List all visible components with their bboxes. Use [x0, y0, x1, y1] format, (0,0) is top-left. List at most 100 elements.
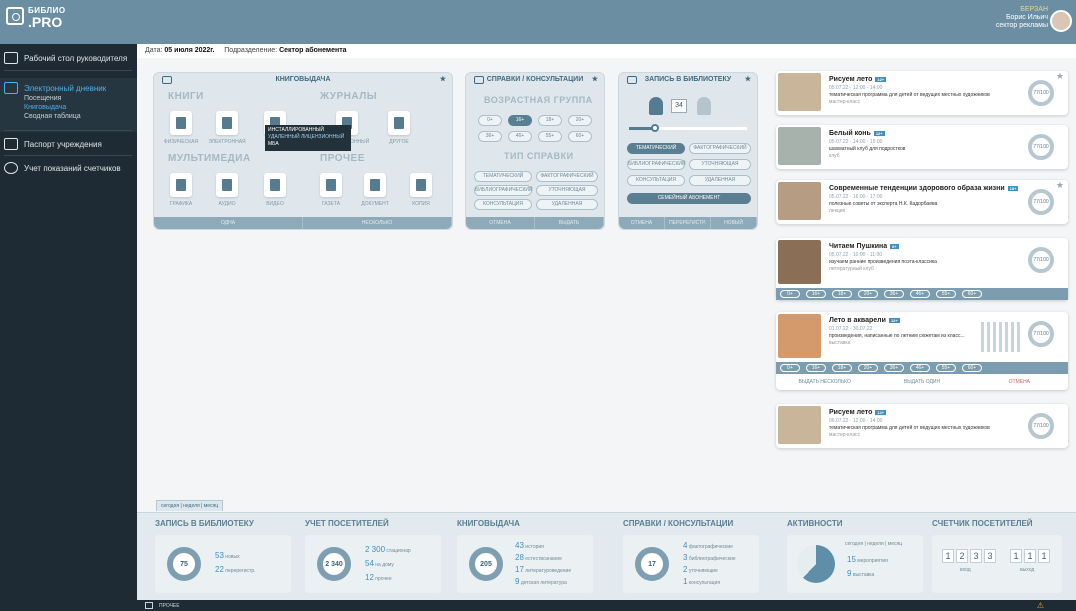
cancel-button[interactable]: ОТМЕНА [466, 217, 535, 229]
sidebar-item-diary[interactable]: Электронный дневник [4, 82, 106, 94]
age-button[interactable]: 16+ [806, 290, 826, 298]
newspaper-button[interactable] [320, 173, 342, 197]
date-value: 05 июля 2022г. [164, 47, 215, 54]
age-button[interactable]: 60+ [962, 290, 982, 298]
age-button[interactable]: 55+ [936, 290, 956, 298]
age-pill[interactable]: 20+ [568, 115, 592, 126]
type-pill[interactable]: УТОЧНЯЮЩАЯ [536, 185, 598, 196]
age-pill[interactable]: 60+ [568, 131, 592, 142]
age-pill[interactable]: 0+ [478, 115, 502, 126]
age-button[interactable]: 0+ [780, 290, 800, 298]
stats-panel: ЗАПИСЬ В БИБЛИОТЕКУ 75 53 новых 22 перер… [137, 512, 1076, 600]
star-icon[interactable]: ★ [1056, 180, 1064, 191]
divider [4, 70, 132, 71]
type-pill[interactable]: ФАКТОГРАФИЧЕСКИЙ [536, 171, 598, 182]
printer-icon[interactable] [145, 602, 153, 609]
panel-header: КНИГОВЫДАЧА ★ [154, 73, 452, 87]
journal-other-button[interactable] [388, 111, 410, 135]
type-pill[interactable]: ФАКТОГРАФИЧЕСКИЙ [689, 143, 751, 154]
age-button[interactable]: 46+ [910, 364, 930, 372]
type-pill[interactable]: ТЕМАТИЧЕСКИЙ [627, 143, 685, 154]
issue-one-button[interactable]: ВЫДАТЬ ОДИН [873, 376, 970, 388]
sidebar-item-meters[interactable]: Учет показаний счетчиков [4, 162, 121, 174]
cancel-button[interactable]: ОТМЕНА [619, 217, 665, 229]
type-pill[interactable]: КОНСУЛЬТАЦИЯ [474, 199, 532, 210]
graphics-button[interactable] [170, 173, 192, 197]
age-pill[interactable]: 16+ [508, 115, 532, 126]
sidebar-sub-visits[interactable]: Посещения [24, 95, 61, 102]
type-pill[interactable]: БИБЛИОГРАФИЧЕСКИЙ [627, 159, 686, 170]
age-button[interactable]: 36+ [884, 290, 904, 298]
age-button[interactable]: 46+ [910, 290, 930, 298]
age-button[interactable]: 20+ [858, 290, 878, 298]
top-bar: БИБЛИО .PRO БЕРЗАН Борис Ильич сектор ре… [0, 0, 1076, 44]
footer-bar: ПРОЧЕЕ ⚠ [137, 600, 1076, 611]
avatar[interactable] [1050, 10, 1072, 32]
audio-button[interactable] [216, 173, 238, 197]
sidebar-sub-summary[interactable]: Сводная таблица [24, 113, 81, 120]
one-button[interactable]: ОДНА [154, 217, 303, 229]
type-pill[interactable]: УТОЧНЯЮЩАЯ [689, 159, 751, 170]
event-title: Лето в акварели 12+ [829, 317, 900, 324]
event-card[interactable]: Белый конь 12+ 05.07.22 · 14:00 - 15:00 ш… [776, 125, 1068, 169]
age-button[interactable]: 20+ [858, 364, 878, 372]
sidebar-sub-books[interactable]: Книговыдача [24, 104, 66, 111]
type-pill[interactable]: УДАЛЕННАЯ [689, 175, 751, 186]
star-icon[interactable]: ★ [592, 73, 598, 87]
several-button[interactable]: НЕСКОЛЬКО [303, 217, 452, 229]
video-button[interactable] [264, 173, 286, 197]
event-card[interactable]: Современные тенденции здорового образа ж… [776, 180, 1068, 224]
menu-item-installed[interactable]: ИНСТАЛЛИРОВАННЫЙ [268, 127, 348, 134]
cancel-button[interactable]: ОТМЕНА [971, 376, 1068, 388]
event-image [778, 127, 821, 165]
star-icon[interactable]: ★ [440, 73, 446, 87]
star-icon[interactable]: ★ [745, 73, 751, 87]
period-tabs[interactable]: сегодня | неделя | месяц [156, 500, 224, 511]
age-pill[interactable]: 46+ [508, 131, 532, 142]
dept-value: Сектор абонемента [279, 47, 347, 54]
age-pill[interactable]: 18+ [538, 115, 562, 126]
age-pill[interactable]: 36+ [478, 131, 502, 142]
type-pill[interactable]: КОНСУЛЬТАЦИЯ [627, 175, 685, 186]
male-icon[interactable] [649, 97, 663, 115]
type-pill[interactable]: ТЕМАТИЧЕСКИЙ [474, 171, 532, 182]
type-pill[interactable]: БИБЛИОГРАФИЧЕСКИЙ [474, 185, 533, 196]
age-button[interactable]: 18+ [832, 290, 852, 298]
female-icon[interactable] [697, 97, 711, 115]
family-subscription-button[interactable]: СЕМЕЙНЫЙ АБОНЕМЕНТ [627, 193, 751, 204]
document-button[interactable] [364, 173, 386, 197]
copy-button[interactable] [410, 173, 432, 197]
other-button[interactable]: ПРОЧЕЕ [159, 603, 180, 609]
age-button[interactable]: 36+ [884, 364, 904, 372]
user-info[interactable]: БЕРЗАН Борис Ильич сектор рекламы [996, 6, 1048, 30]
event-card[interactable]: Рисуем лето 12+ 05.07.22 · 12:00 - 14:00 … [776, 71, 1068, 115]
warning-icon[interactable]: ⚠ [1037, 601, 1044, 610]
sidebar-item-dashboard[interactable]: Рабочий стол руководителя [4, 52, 127, 64]
star-icon[interactable]: ★ [1056, 71, 1064, 82]
age-button[interactable]: 16+ [806, 364, 826, 372]
age-button[interactable]: 60+ [962, 364, 982, 372]
issue-several-button[interactable]: ВЫДАТЬ НЕСКОЛЬКО [776, 376, 873, 388]
issue-button[interactable]: ВЫДАТЬ [535, 217, 604, 229]
event-card[interactable]: Рисуем лето 12+ 06.07.22 · 12:00 - 14:00 … [776, 404, 1068, 448]
book-electronic-button[interactable] [216, 111, 238, 135]
age-button[interactable]: 18+ [832, 364, 852, 372]
sidebar-item-passport[interactable]: Паспорт учреждения [4, 138, 102, 150]
activity-period-tabs[interactable]: сегодня | неделя | месяц [845, 541, 902, 547]
menu-item-remote[interactable]: УДАЛЕННЫЙ ЛИЦЕНЗИОННЫЙ [268, 134, 348, 141]
capacity-ring: 77/100 [1028, 413, 1054, 439]
capacity-ring: 77/100 [1028, 321, 1054, 347]
app-logo[interactable]: БИБЛИО .PRO [6, 6, 65, 30]
event-card[interactable]: Лето в акварели 12+ 01.07.22 - 30.07.22 п… [776, 312, 1068, 390]
menu-item-mba[interactable]: МБА [268, 141, 348, 148]
age-button[interactable]: 0+ [780, 364, 800, 372]
event-card[interactable]: Читаем Пушкина 6+ 05.07.22 · 10:00 - 11:0… [776, 238, 1068, 300]
book-physical-button[interactable] [170, 111, 192, 135]
type-pill[interactable]: УДАЛЕННАЯ [536, 199, 598, 210]
slider-handle[interactable] [651, 124, 659, 132]
new-button[interactable]: НОВЫЙ [711, 217, 757, 229]
age-field[interactable]: 34 [671, 99, 687, 113]
age-button[interactable]: 55+ [936, 364, 956, 372]
age-pill[interactable]: 55+ [538, 131, 562, 142]
reregister-button[interactable]: ПЕРЕРЕГИСТР. [665, 217, 711, 229]
